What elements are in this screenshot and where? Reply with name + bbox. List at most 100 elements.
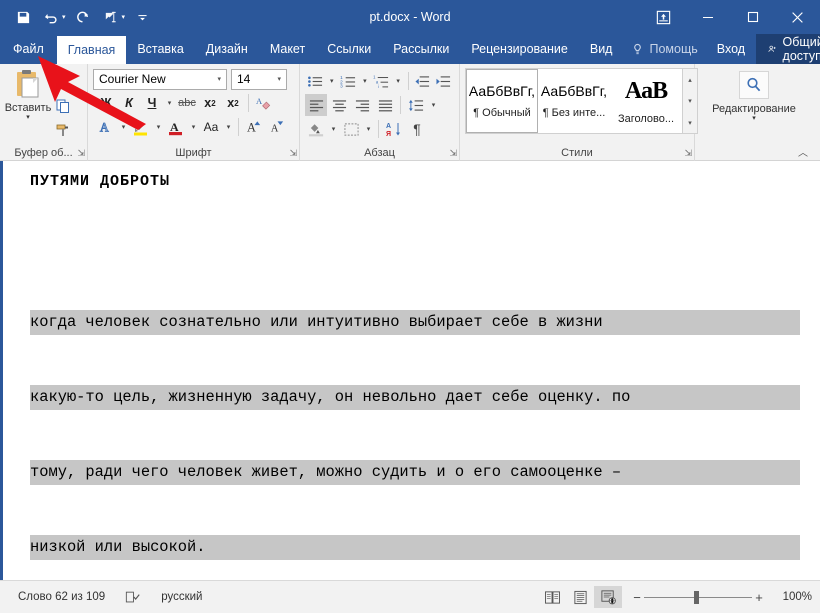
collapse-ribbon-icon[interactable]: ︿ — [798, 144, 808, 159]
underline-caret-icon[interactable]: ▾ — [164, 92, 175, 114]
shrink-font-icon[interactable]: A — [266, 116, 288, 138]
bold-icon[interactable]: Ж — [95, 92, 117, 114]
styles-dialog-launcher-icon[interactable]: ⇲ — [684, 148, 692, 159]
multilevel-caret-icon[interactable]: ▾ — [393, 70, 404, 92]
tab-design[interactable]: Дизайн — [195, 34, 259, 64]
line-spacing-icon[interactable] — [405, 94, 427, 116]
save-icon[interactable] — [10, 5, 36, 29]
italic-icon[interactable]: К — [118, 92, 140, 114]
clipboard-dialog-launcher-icon[interactable]: ⇲ — [77, 148, 85, 159]
bullets-caret-icon[interactable]: ▾ — [326, 70, 337, 92]
font-dialog-launcher-icon[interactable]: ⇲ — [289, 148, 297, 159]
strikethrough-icon[interactable]: abc — [176, 92, 198, 114]
clear-formatting-icon[interactable]: A — [253, 92, 275, 114]
format-painter-icon[interactable] — [51, 119, 75, 141]
borders-caret-icon[interactable]: ▾ — [363, 118, 374, 140]
share-button[interactable]: Общий доступ — [756, 34, 820, 64]
zoom-slider[interactable]: − + — [630, 590, 766, 605]
tab-home[interactable]: Главная — [57, 36, 127, 64]
font-color-icon[interactable]: A — [165, 116, 187, 138]
highlight-caret-icon[interactable]: ▾ — [153, 116, 164, 138]
paragraph-dialog-launcher-icon[interactable]: ⇲ — [449, 148, 457, 159]
touch-mode-caret-icon[interactable]: ▾ — [122, 13, 126, 21]
change-case-caret-icon[interactable]: ▾ — [223, 116, 234, 138]
group-clipboard: Вставить ▾ Буфер об... ⇲ — [0, 64, 88, 161]
tab-view[interactable]: Вид — [579, 34, 624, 64]
close-button[interactable] — [775, 0, 820, 34]
style-no-spacing[interactable]: АаБбВвГг, ¶ Без инте... — [538, 69, 610, 133]
web-layout-icon[interactable] — [594, 586, 622, 608]
paste-dropdown-caret-icon[interactable]: ▾ — [26, 114, 30, 122]
tab-file[interactable]: Файл — [0, 34, 57, 64]
underline-icon[interactable]: Ч — [141, 92, 163, 114]
cut-icon[interactable] — [51, 71, 75, 93]
multilevel-list-icon[interactable]: 1ai — [371, 70, 391, 92]
font-name-input[interactable]: Courier New ▾ — [93, 69, 227, 90]
signin-button[interactable]: Вход — [706, 34, 756, 64]
shading-icon[interactable] — [305, 118, 327, 140]
show-marks-icon[interactable]: ¶ — [406, 118, 428, 140]
redo-arrow-icon[interactable] — [70, 5, 96, 29]
tab-review[interactable]: Рецензирование — [460, 34, 579, 64]
borders-icon[interactable] — [340, 118, 362, 140]
superscript-icon[interactable]: x2 — [222, 92, 244, 114]
title-bar: ▾ ▾ pt.docx - Word — [0, 0, 820, 34]
font-color-caret-icon[interactable]: ▾ — [188, 116, 199, 138]
align-left-icon[interactable] — [305, 94, 327, 116]
style-normal[interactable]: АаБбВвГг, ¶ Обычный — [466, 69, 538, 133]
font-name-value: Courier New — [99, 72, 166, 86]
align-justify-icon[interactable] — [374, 94, 396, 116]
ribbon-display-options-icon[interactable] — [641, 0, 685, 34]
text-highlight-icon[interactable] — [130, 116, 152, 138]
undo-arrow-icon[interactable] — [38, 5, 64, 29]
language-status[interactable]: русский — [151, 586, 212, 608]
touch-mode-icon[interactable] — [98, 5, 124, 29]
zoom-out-button[interactable]: − — [630, 590, 644, 605]
search-magnifier-icon[interactable] — [739, 71, 769, 99]
font-size-caret-icon[interactable]: ▾ — [277, 75, 284, 83]
decrease-indent-icon[interactable] — [413, 70, 433, 92]
numbering-icon[interactable]: 123 — [338, 70, 358, 92]
word-count-status[interactable]: Слово 62 из 109 — [8, 586, 115, 608]
undo-dropdown-caret-icon[interactable]: ▾ — [62, 13, 66, 21]
change-case-icon[interactable]: Aa — [200, 116, 222, 138]
zoom-thumb[interactable] — [694, 591, 699, 604]
zoom-track[interactable] — [644, 597, 752, 598]
editing-button[interactable]: Редактирование ▾ — [700, 67, 808, 123]
shading-caret-icon[interactable]: ▾ — [328, 118, 339, 140]
maximize-button[interactable] — [730, 0, 775, 34]
tab-insert[interactable]: Вставка — [126, 34, 194, 64]
line-spacing-caret-icon[interactable]: ▾ — [428, 94, 439, 116]
para-separator-3 — [378, 120, 379, 138]
increase-indent-icon[interactable] — [434, 70, 454, 92]
zoom-level-label[interactable]: 100% — [778, 591, 812, 603]
customize-qat-icon[interactable] — [129, 5, 155, 29]
tab-mailings[interactable]: Рассылки — [382, 34, 460, 64]
font-name-caret-icon[interactable]: ▾ — [217, 75, 224, 83]
align-right-icon[interactable] — [351, 94, 373, 116]
print-layout-icon[interactable] — [566, 586, 594, 608]
font-separator — [248, 94, 249, 112]
document-canvas[interactable]: ПУТЯМИ ДОБРОТЫ когда человек сознательно… — [0, 161, 820, 580]
grow-font-icon[interactable]: A — [243, 116, 265, 138]
minimize-button[interactable] — [685, 0, 730, 34]
style-heading[interactable]: AaB Заголово... — [610, 69, 682, 133]
text-effects-caret-icon[interactable]: ▾ — [118, 116, 129, 138]
document-page[interactable]: ПУТЯМИ ДОБРОТЫ когда человек сознательно… — [3, 161, 820, 580]
subscript-icon[interactable]: x2 — [199, 92, 221, 114]
paste-button[interactable]: Вставить ▾ — [5, 67, 51, 122]
font-size-input[interactable]: 14 ▾ — [231, 69, 287, 90]
bullets-icon[interactable] — [305, 70, 325, 92]
tab-layout[interactable]: Макет — [259, 34, 316, 64]
zoom-in-button[interactable]: + — [752, 590, 766, 605]
numbering-caret-icon[interactable]: ▾ — [359, 70, 370, 92]
copy-icon[interactable] — [51, 95, 75, 117]
tell-me-search[interactable]: Помощь — [623, 34, 705, 64]
align-center-icon[interactable] — [328, 94, 350, 116]
text-effects-icon[interactable]: A — [95, 116, 117, 138]
tab-references[interactable]: Ссылки — [316, 34, 382, 64]
editing-dropdown-caret-icon[interactable]: ▾ — [752, 115, 756, 123]
proofing-errors-icon[interactable] — [115, 586, 151, 608]
read-mode-icon[interactable] — [538, 586, 566, 608]
sort-icon[interactable]: AЯ — [383, 118, 405, 140]
